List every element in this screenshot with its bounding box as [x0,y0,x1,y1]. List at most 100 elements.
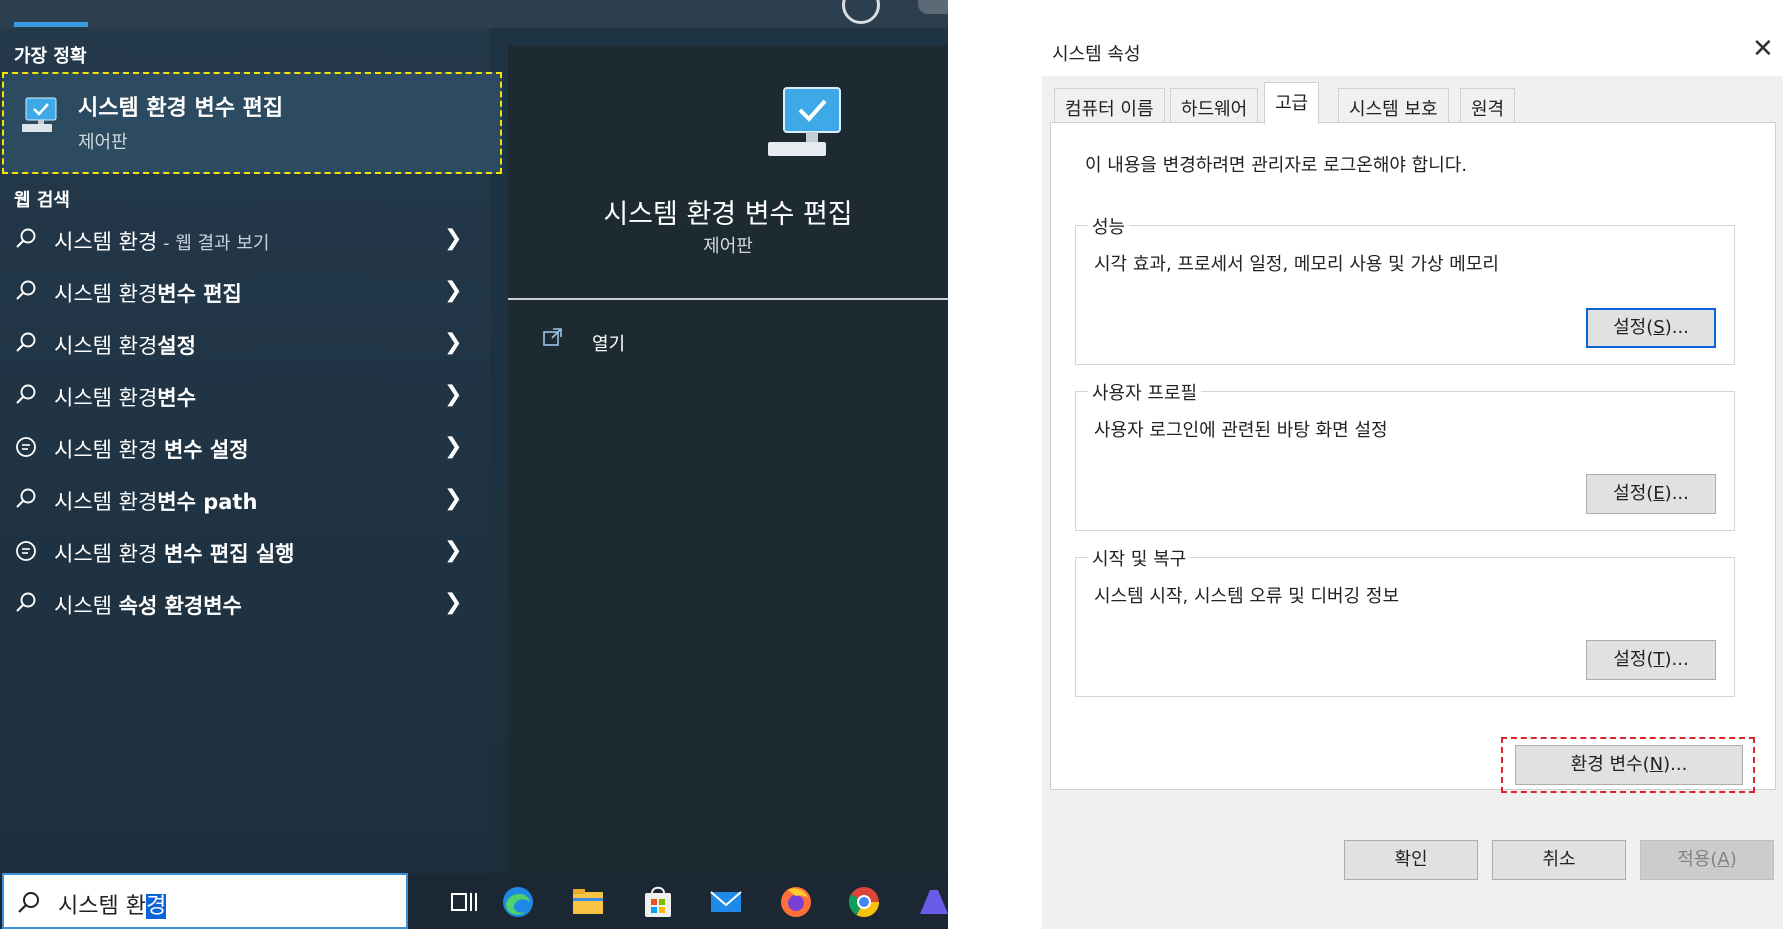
search-icon [16,228,36,248]
environment-variables-text: 환경 변수( [1570,754,1650,775]
web-result-item[interactable]: 시스템 환경변수 ❯ [0,370,490,420]
web-result-completion: 변수 편집 실행 [163,542,295,566]
performance-settings-tail: )... [1664,317,1689,338]
web-result-text: 시스템 환경설정 [54,330,196,360]
windows-search-panel: 가장 정확 시스템 환경 변수 편집 제어판 웹 검색 시스템 환경 - 웹 결… [0,0,948,929]
best-match-heading: 가장 정확 [14,46,87,67]
tab-system-protection[interactable]: 시스템 보호 [1338,88,1449,122]
best-match-result[interactable]: 시스템 환경 변수 편집 제어판 [2,72,502,174]
startup-recovery-settings-tail: )... [1664,649,1689,670]
chevron-right-icon: ❯ [444,382,463,407]
profile-avatar-icon[interactable] [842,0,880,24]
open-external-icon [543,328,562,346]
preview-title: 시스템 환경 변수 편집 [603,199,853,230]
search-icon [16,384,36,404]
tab-computer-name[interactable]: 컴퓨터 이름 [1054,88,1165,122]
file-explorer-icon[interactable] [570,884,606,920]
web-result-completion: 변수 [157,386,196,410]
web-result-item[interactable]: 시스템 환경변수 path ❯ [0,474,490,524]
user-profiles-description: 사용자 로그인에 관련된 바탕 화면 설정 [1094,420,1388,441]
user-profiles-settings-button[interactable]: 설정(E)... [1586,474,1716,514]
user-profiles-settings-key: E [1653,483,1665,504]
search-query-selected: 경 [145,894,167,919]
chat-icon [16,437,36,457]
advanced-tab-panel: 이 내용을 변경하려면 관리자로 로그온해야 합니다. 성능 시각 효과, 프로… [1050,122,1776,793]
user-profiles-legend: 사용자 프로필 [1088,379,1202,405]
environment-variables-tail: )... [1663,754,1688,775]
startup-recovery-settings-button[interactable]: 설정(T)... [1586,640,1716,680]
web-result-text: 시스템 속성 환경변수 [54,590,242,620]
performance-legend: 성능 [1088,213,1130,239]
chevron-right-icon: ❯ [444,226,463,251]
web-result-item[interactable]: 시스템 속성 환경변수 ❯ [0,578,490,628]
web-result-completion: 변수 path [157,490,258,514]
user-profiles-settings-text: 설정( [1613,483,1654,504]
startup-recovery-settings-text: 설정( [1613,649,1654,670]
preview-subtitle: 제어판 [703,236,753,257]
web-result-item[interactable]: 시스템 환경 변수 편집 실행 ❯ [0,526,490,576]
more-options-button[interactable] [918,0,948,14]
mail-icon[interactable] [708,884,744,920]
apply-tail: ) [1729,849,1737,870]
web-result-query: 시스템 환경 [54,490,158,514]
store-icon[interactable] [640,884,676,920]
web-result-query: 시스템 환경 [54,282,158,306]
apply-key: A [1717,849,1730,870]
chevron-right-icon: ❯ [444,330,463,355]
search-icon [16,592,36,612]
cancel-button[interactable]: 취소 [1492,840,1626,880]
web-result-text: 시스템 환경 - 웹 결과 보기 [54,226,269,256]
startup-recovery-settings-key: T [1653,649,1665,670]
performance-group: 성능 시각 효과, 프로세서 일정, 메모리 사용 및 가상 메모리 설정(S)… [1075,213,1735,365]
admin-notice: 이 내용을 변경하려면 관리자로 로그온해야 합니다. [1085,155,1468,176]
dialog-body: 컴퓨터 이름 하드웨어 고급 시스템 보호 원격 이 내용을 변경하려면 관리자… [1042,76,1783,929]
system-properties-dialog: 시스템 속성 ✕ 컴퓨터 이름 하드웨어 고급 시스템 보호 원격 이 내용을 … [1042,32,1783,929]
performance-description: 시각 효과, 프로세서 일정, 메모리 사용 및 가상 메모리 [1094,254,1499,275]
startup-recovery-description: 시스템 시작, 시스템 오류 및 디버깅 정보 [1094,586,1400,607]
firefox-icon[interactable] [778,884,814,920]
chevron-right-icon: ❯ [444,434,463,459]
web-result-item[interactable]: 시스템 환경변수 편집 ❯ [0,266,490,316]
search-panel-top-strip [0,0,948,28]
web-result-query: 시스템 [54,594,119,618]
web-result-query: 시스템 환경 [54,386,158,410]
web-result-item[interactable]: 시스템 환경 - 웹 결과 보기 ❯ [0,214,490,264]
task-view-icon[interactable] [446,884,482,920]
startup-recovery-group: 시작 및 복구 시스템 시작, 시스템 오류 및 디버깅 정보 설정(T)... [1075,545,1735,697]
apply-button[interactable]: 적용(A) [1640,840,1774,880]
computer-icon [22,97,57,132]
edge-icon[interactable] [500,884,536,920]
web-result-text: 시스템 환경변수 [54,382,196,412]
web-result-query: 시스템 환경 [54,230,158,254]
search-icon [16,488,36,508]
search-icon [16,280,36,300]
web-result-item[interactable]: 시스템 환경 변수 설정 ❯ [0,422,490,472]
user-profiles-group: 사용자 프로필 사용자 로그인에 관련된 바탕 화면 설정 설정(E)... [1075,379,1735,531]
search-query: 시스템 환경 [58,888,167,920]
web-result-completion: 변수 편집 [157,282,242,306]
web-result-query: 시스템 환경 [54,334,158,358]
taskbar-search-input[interactable]: 시스템 환경 [2,873,408,929]
apply-text: 적용( [1677,849,1718,870]
ok-button[interactable]: 확인 [1344,840,1478,880]
chevron-right-icon: ❯ [444,538,463,563]
performance-settings-key: S [1653,317,1665,338]
performance-settings-button[interactable]: 설정(S)... [1586,308,1716,348]
best-match-subtitle: 제어판 [78,132,128,153]
performance-settings-text: 설정( [1613,317,1654,338]
tab-hardware[interactable]: 하드웨어 [1170,88,1259,122]
chrome-icon[interactable] [846,884,882,920]
best-match-title: 시스템 환경 변수 편집 [78,96,284,121]
preview-pane: 시스템 환경 변수 편집 제어판 열기 [508,46,948,873]
copilot-icon[interactable] [916,884,948,920]
tab-advanced[interactable]: 고급 [1264,82,1320,124]
web-result-query: 시스템 환경 [54,438,164,462]
chat-icon [16,541,36,561]
preview-divider [508,298,948,300]
web-result-item[interactable]: 시스템 환경설정 ❯ [0,318,490,368]
close-icon[interactable]: ✕ [1752,34,1774,64]
search-icon [18,892,39,913]
web-result-suffix: - 웹 결과 보기 [157,233,270,254]
environment-variables-button[interactable]: 환경 변수(N)... [1515,745,1743,785]
tab-remote[interactable]: 원격 [1460,88,1516,122]
